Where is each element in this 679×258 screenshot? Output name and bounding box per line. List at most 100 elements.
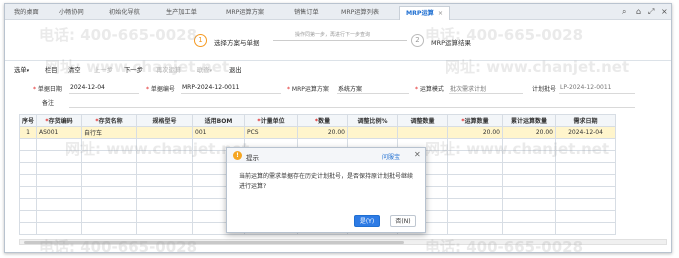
next-step-button[interactable]: 下一步 [124,65,143,74]
confirm-dialog: ! 提示 问服宝 ✕ 当前运算的需求单据存在历史计划批号，是否保持原计划批号继续… [226,147,426,233]
table-row[interactable]: 1 AS001 自行车 001 PCS 20.00 20.00 20.00 20… [19,126,616,139]
close-icon[interactable]: ✕ [414,150,421,159]
tab-strip: 我的桌面 小畅协同 初始化导航 生产加工单 MRP运算方案 销售订单 MRP运算… [5,4,671,20]
chevron-down-icon: ▾ [209,68,213,74]
cell-adj-ratio[interactable] [347,126,398,139]
col-header[interactable]: *运算数量 [447,114,503,127]
tab-my-desktop[interactable]: 我的桌面 [14,6,39,20]
empty-cell [19,186,37,199]
empty-cell [19,162,37,175]
col-header[interactable]: *存货名称 [81,114,137,127]
empty-cell [19,198,37,211]
col-header-text: 调整数量 [410,118,435,125]
columns-button[interactable]: 栏目 [45,65,58,74]
maximize-icon[interactable]: ⤢ [648,7,654,17]
doc-date-label-text: 单据日期 [37,86,62,93]
cell-bom[interactable]: 001 [192,126,245,139]
calc-mode-label: * 运算模式 [415,86,444,93]
col-header-text: 序号 [22,118,35,125]
empty-cell [19,174,37,187]
step-hint: 操作同第一步，再进行下一步查询 [295,32,371,38]
empty-cell [19,210,37,223]
cell-unit[interactable]: PCS [244,126,298,139]
col-header[interactable]: 需求日期 [555,114,616,127]
dialog-help-link[interactable]: 问服宝 [382,152,400,161]
step-connector [273,40,407,41]
col-header-text: 数量 [318,118,331,125]
tab-sales-order[interactable]: 销售订单 [294,6,319,20]
empty-cell [19,150,37,163]
col-header-text: 规格型号 [152,118,177,125]
tab-init-nav[interactable]: 初始化导航 [109,6,140,20]
select-doc-label: 选单 [14,67,27,74]
tab-production-order[interactable]: 生产加工单 [166,6,197,20]
app-window: 我的桌面 小畅协同 初始化导航 生产加工单 MRP运算方案 销售订单 MRP运算… [4,3,672,253]
rerun-button[interactable]: 再次运算 [156,65,181,74]
doc-no-field[interactable]: MRP-2024-12-0011 [182,84,240,91]
empty-cell [19,222,37,235]
dialog-message: 当前运算的需求单据存在历史计划批号，是否保持原计划批号继续进行运算? [239,173,414,190]
search-icon[interactable]: ⌕ [622,7,626,17]
close-window-icon[interactable]: × [661,7,668,16]
col-header[interactable]: 累计运算数量 [502,114,556,127]
cell-seq: 1 [19,126,37,139]
exit-button[interactable]: 退出 [229,65,242,74]
grid-header-row: 序号 *存货编码 *存货名称 规格型号 适用BOM *计量单位 *数量 调整比例… [19,114,616,127]
step2-circle: 2 [411,34,424,47]
step1-circle: 1 [194,34,207,47]
cell-cum-qty[interactable]: 20.00 [502,126,556,139]
remark-label: 备注 [42,100,55,107]
col-header[interactable]: *计量单位 [244,114,298,127]
tab-collaboration[interactable]: 小畅协同 [59,6,84,20]
mrp-scheme-field[interactable]: 系统方案 [338,84,362,93]
col-header[interactable]: 调整数量 [397,114,448,127]
col-header-text: 存货名称 [98,118,123,125]
doc-date-field[interactable]: 2024-12-04 [70,84,105,91]
doc-no-label: * 单据编号 [146,86,175,93]
col-header-text: 运算数量 [464,118,489,125]
calc-mode-label-text: 运算模式 [419,86,444,93]
tab-mrp-list[interactable]: MRP运算列表 [341,6,379,20]
cell-calc-qty[interactable]: 20.00 [447,126,503,139]
col-header[interactable]: 适用BOM [192,114,245,127]
select-doc-button[interactable]: 选单▾ [14,65,29,74]
cell-qty[interactable]: 20.00 [297,126,348,139]
doc-date-underline [69,93,139,94]
col-header-text: 存货编码 [48,118,73,125]
mrp-scheme-label: * MRP运算方案 [287,86,329,93]
doc-no-label-text: 单据编号 [150,86,175,93]
dialog-header: ! 提示 问服宝 ✕ [227,148,425,163]
remark-field[interactable] [69,107,635,108]
no-button[interactable]: 否(N) [390,215,416,227]
calc-mode-field[interactable]: 批次需求计划 [450,84,486,93]
step2-label: MRP运算结果 [431,39,472,47]
query-label: 联查 [197,67,210,74]
yes-button[interactable]: 是(Y) [354,215,380,227]
toolbar: 选单▾ 栏目 清空 上一步 下一步 再次运算 联查▾ 退出 [5,63,671,77]
col-header[interactable]: 规格型号 [136,114,193,127]
prev-step-button[interactable]: 上一步 [94,65,113,74]
col-header[interactable]: *数量 [297,114,348,127]
close-tab-icon[interactable]: × [438,10,443,17]
col-header[interactable]: 序号 [19,114,37,127]
tab-mrp-scheme[interactable]: MRP运算方案 [226,6,264,20]
cell-adj-qty[interactable] [397,126,448,139]
plan-batch-field[interactable]: LP-2024-12-0011 [560,84,612,91]
horizontal-scrollbar[interactable] [19,239,667,245]
cell-spec[interactable] [136,126,193,139]
calc-mode-underline [449,93,523,94]
home-icon[interactable]: ⌂ [636,7,641,16]
col-header[interactable]: 调整比例% [347,114,398,127]
col-header-text: 需求日期 [573,118,598,125]
cell-demand-date[interactable]: 2024-12-04 [555,126,616,139]
query-button[interactable]: 联查▾ [197,65,212,74]
scrollbar-thumb[interactable] [24,241,404,244]
tab-mrp-run[interactable]: MRP运算 × [399,6,451,20]
col-header[interactable]: *存货编码 [36,114,82,127]
col-header-text: 累计运算数量 [510,118,547,125]
cell-item-code[interactable]: AS001 [36,126,82,139]
col-header-text: 计量单位 [260,118,285,125]
plan-batch-underline [559,93,635,94]
clear-button[interactable]: 清空 [68,65,81,74]
cell-item-name[interactable]: 自行车 [81,126,137,139]
